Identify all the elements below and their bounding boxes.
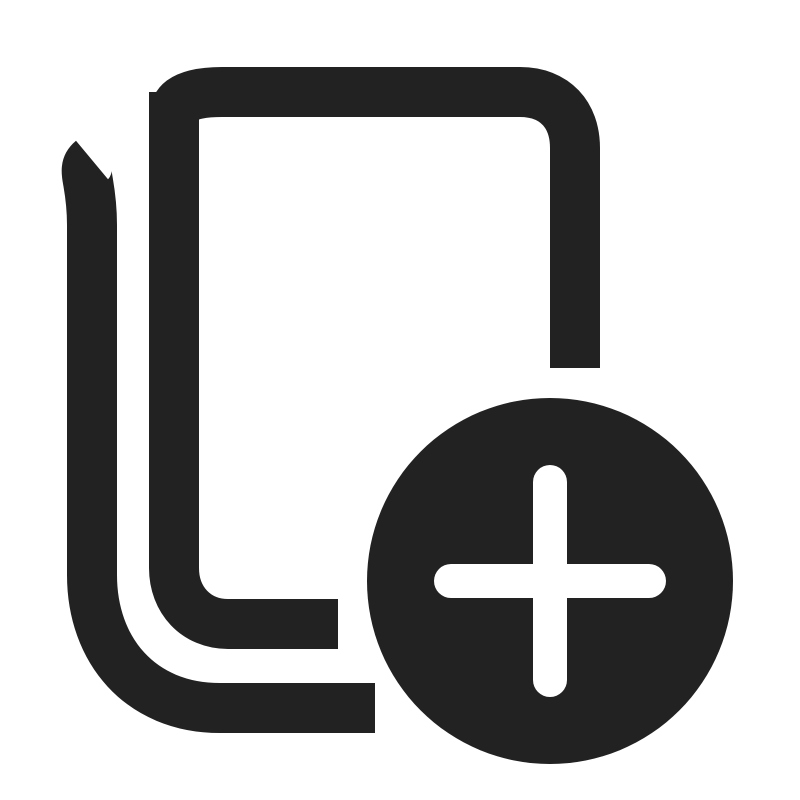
front-page-top bbox=[149, 67, 600, 368]
front-page-icon bbox=[149, 92, 338, 649]
add-pages-icon bbox=[61, 67, 733, 764]
icon-canvas bbox=[0, 0, 800, 800]
